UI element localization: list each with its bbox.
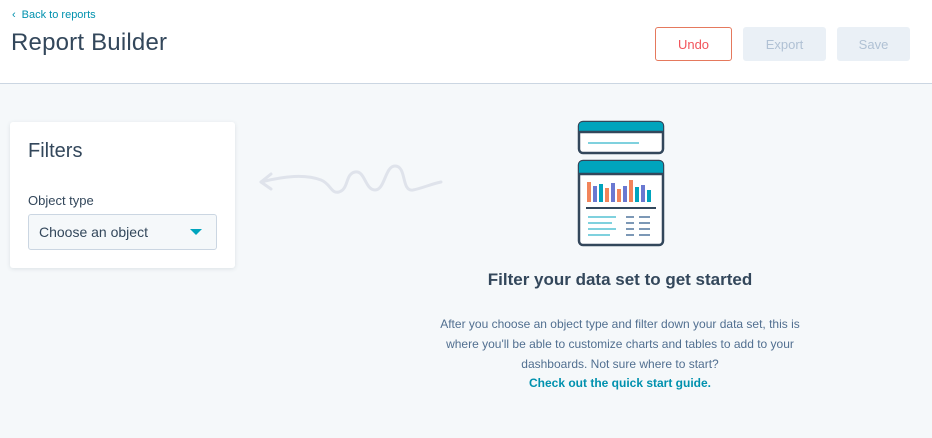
page-header: ‹ Back to reports Report Builder Undo Ex… [0, 0, 932, 84]
small-card-graphic [577, 120, 665, 155]
chevron-left-icon: ‹ [12, 8, 16, 21]
object-type-select[interactable]: Choose an object [28, 214, 217, 250]
empty-state-description: After you choose an object type and filt… [440, 317, 800, 371]
back-to-reports-link[interactable]: ‹ Back to reports [12, 9, 96, 21]
empty-state-title: Filter your data set to get started [487, 270, 753, 289]
export-button[interactable]: Export [743, 27, 826, 61]
page-title: Report Builder [11, 29, 168, 56]
report-illustration [577, 120, 665, 247]
back-link-label: Back to reports [21, 9, 96, 21]
object-type-value: Choose an object [39, 224, 148, 240]
save-button[interactable]: Save [837, 27, 910, 61]
object-type-label: Object type [28, 193, 94, 208]
large-card-graphic [577, 159, 665, 247]
filters-title: Filters [28, 140, 83, 162]
quick-start-guide-link[interactable]: Check out the quick start guide. [420, 376, 820, 390]
filters-panel: Filters Object type Choose an object [10, 122, 235, 268]
squiggle-arrow-icon [259, 164, 443, 194]
undo-button[interactable]: Undo [655, 27, 732, 61]
caret-down-icon [190, 229, 202, 235]
